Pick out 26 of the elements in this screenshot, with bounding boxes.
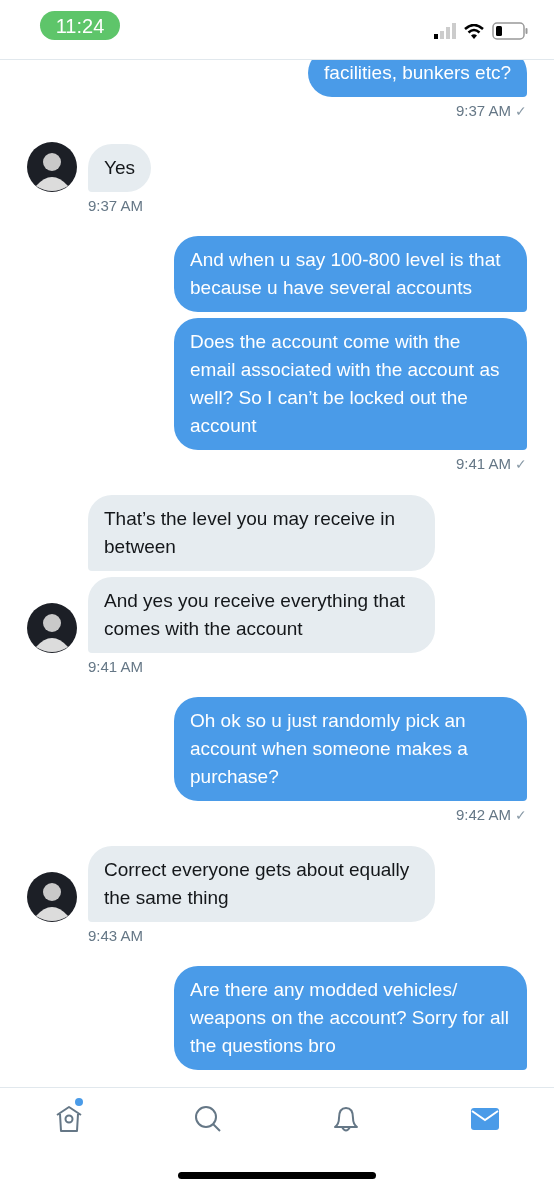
avatar[interactable] (27, 602, 77, 653)
message-bubble: Oh ok so u just randomly pick an account when someone makes a purchase? (174, 697, 527, 801)
message-bubble: And yes you receive everything that comes with the account (88, 576, 435, 653)
message-bubble: Yes (88, 143, 151, 192)
message-bubble: That’s the level you may receive in between (88, 494, 435, 571)
message-bubble: And when u say 100-800 level is that because u have several accounts (174, 236, 527, 312)
avatar[interactable] (27, 871, 77, 922)
message-bubble: Are there any modded vehicles/ weapons on the account? Sorry for all the questions bro (174, 966, 527, 1070)
message-bubble: Correct everyone gets about equally the same thing (88, 845, 435, 922)
search-icon (192, 1104, 223, 1134)
message-time: 9:37 AM (88, 195, 144, 216)
message-time: 9:42 AM (455, 805, 511, 825)
message-bubble: facilities, bunkers etc? (308, 60, 527, 97)
sent-check: ✓ (515, 454, 527, 474)
status-time: 11:24 (40, 11, 120, 40)
avatar[interactable] (27, 141, 77, 192)
message-time: 9:37 AM (455, 101, 511, 121)
wifi-icon (464, 23, 484, 39)
signal-icon (434, 23, 456, 39)
message-time: 9:41 AM (88, 656, 144, 677)
battery-icon (492, 22, 528, 40)
message-bubble: Does the account come with the email associated with the account as well? So I can’t be locked out the account (174, 318, 527, 450)
message-time: 9:43 AM (88, 925, 144, 946)
sent-check: ✓ (515, 101, 527, 121)
message-time: 9:41 AM (455, 454, 511, 474)
sent-check: ✓ (515, 805, 527, 825)
